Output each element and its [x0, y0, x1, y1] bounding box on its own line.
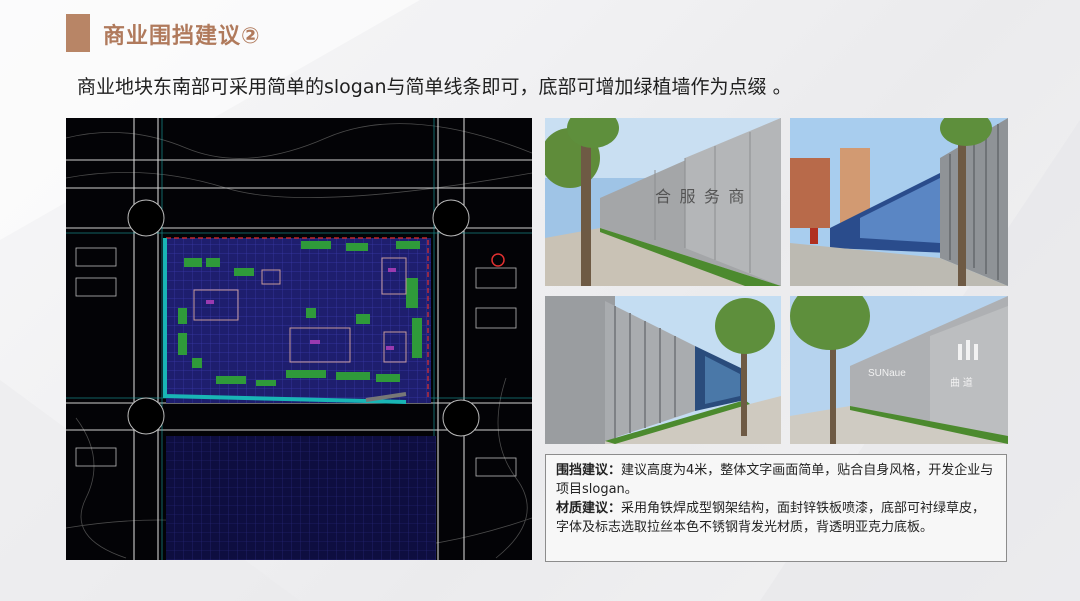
fence-photo-4: SUNaue 曲 道 [790, 296, 1008, 444]
p1-sign-text: 合 服 务 商 [655, 188, 746, 206]
fence-text: 建议高度为4米，整体文字画面简单，贴合自身风格，开发企业与项目slogan。 [556, 463, 994, 497]
material-text: 采用角铁焊成型钢架结构，面封锌铁板喷漆，底部可衬绿草皮，字体及标志选取拉丝本色不… [556, 501, 986, 535]
material-label: 材质建议： [556, 501, 622, 516]
p4-logo-sub: 曲 道 [950, 376, 973, 389]
page-title: 商业围挡建议② [103, 24, 261, 49]
page-subtitle: 商业地块东南部可采用简单的slogan与简单线条即可，底部可增加绿植墙作为点缀 … [77, 76, 792, 98]
material-recommendation: 材质建议：采用角铁焊成型钢架结构，面封锌铁板喷漆，底部可衬绿草皮，字体及标志选取… [556, 499, 996, 537]
fence-recommendation: 围挡建议：建议高度为4米，整体文字画面简单，贴合自身风格，开发企业与项目slog… [556, 461, 996, 499]
title-accent-bar [66, 14, 90, 52]
fence-photo-3 [545, 296, 781, 444]
fence-label: 围挡建议： [556, 463, 622, 478]
fence-photo-2 [790, 118, 1008, 286]
fence-photo-1: 合 服 务 商 [545, 118, 781, 286]
recommendation-notes: 围挡建议：建议高度为4米，整体文字画面简单，贴合自身风格，开发企业与项目slog… [545, 454, 1007, 562]
p4-logo-text: SUNaue [868, 368, 906, 379]
site-plan-image [66, 118, 532, 560]
